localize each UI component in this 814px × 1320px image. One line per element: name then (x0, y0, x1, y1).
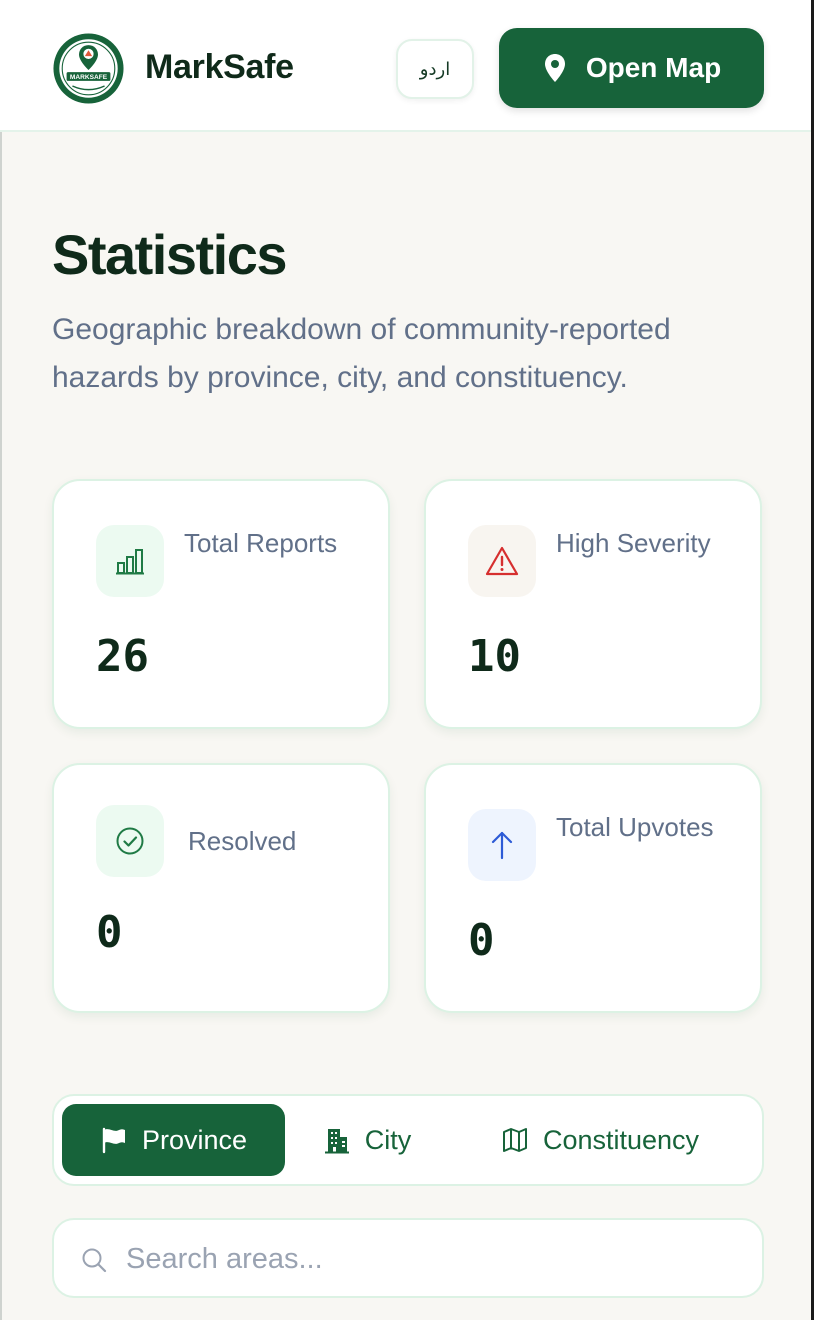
search-icon (82, 1248, 107, 1273)
open-map-button[interactable]: Open Map (499, 28, 764, 108)
open-map-label: Open Map (585, 52, 722, 83)
top-header: MARKSAFE MarkSafe اردو Open Map (0, 0, 814, 132)
bar-chart-icon (116, 549, 144, 575)
stat-card-high-severity: High Severity 10 (424, 479, 762, 729)
tab-city-label: City (364, 1124, 412, 1155)
tab-province-label: Province (141, 1124, 248, 1155)
stat-card-total-upvotes: Total Upvotes 0 (424, 763, 762, 1013)
brand-name: MarkSafe (145, 48, 294, 86)
building-icon (324, 1129, 349, 1154)
stat-value: 0 (96, 907, 123, 958)
language-toggle-button[interactable]: اردو (396, 39, 474, 99)
stat-icon-box (96, 525, 164, 597)
map-pin-icon (544, 54, 565, 82)
stat-value: 26 (96, 631, 149, 682)
stat-value: 0 (468, 915, 495, 966)
stat-icon-box (96, 805, 164, 877)
check-circle-icon (116, 827, 144, 855)
page-subtitle: Geographic breakdown of community-report… (52, 313, 671, 394)
window-edge-left (0, 0, 2, 1320)
page-title: Statistics (52, 223, 288, 286)
stat-label: Resolved (188, 826, 297, 856)
tab-constituency[interactable]: Constituency (480, 1104, 720, 1176)
stat-value: 10 (468, 631, 521, 682)
flag-icon (102, 1127, 125, 1154)
stat-card-resolved: Resolved 0 (52, 763, 390, 1013)
arrow-up-icon (491, 831, 513, 860)
area-type-tabs: Province City Constituency (52, 1094, 764, 1186)
stat-card-total-reports: Total Reports 26 (52, 479, 390, 729)
svg-text:MARKSAFE: MARKSAFE (70, 74, 108, 81)
stat-icon-box (468, 809, 536, 881)
tab-constituency-label: Constituency (542, 1124, 700, 1155)
map-icon (502, 1128, 527, 1152)
tab-province[interactable]: Province (62, 1104, 285, 1176)
marksafe-logo[interactable]: MARKSAFE (52, 32, 125, 105)
stat-label: High Severity (556, 528, 711, 558)
tab-city[interactable]: City (306, 1104, 428, 1176)
search-input[interactable] (126, 1230, 746, 1288)
stat-label: Total Upvotes (556, 812, 714, 842)
search-box (52, 1218, 764, 1298)
warning-icon (485, 546, 519, 576)
statistics-page: MARKSAFE MarkSafe اردو Open Map Statisti… (0, 0, 814, 1320)
stat-icon-box (468, 525, 536, 597)
stat-label: Total Reports (184, 528, 338, 558)
